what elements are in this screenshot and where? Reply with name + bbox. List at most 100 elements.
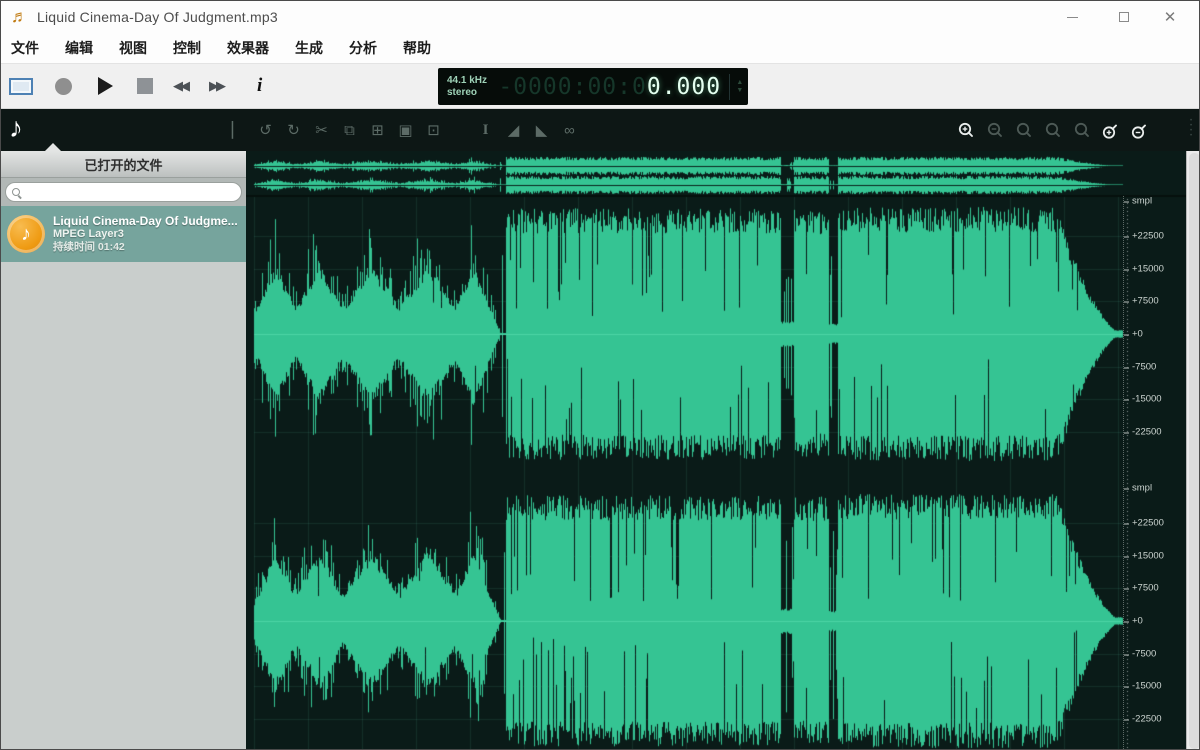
stepper-down-icon: ▼ — [736, 87, 743, 94]
fade-out-icon[interactable]: ◣ — [533, 121, 550, 139]
duplicate-icon[interactable]: ⊞ — [369, 121, 386, 139]
scale-label-ch1: +0 — [1132, 329, 1143, 340]
maximize-icon — [1119, 12, 1129, 22]
copy-icon[interactable]: ⧉ — [341, 122, 358, 139]
info-button[interactable]: i — [257, 64, 262, 108]
menu-item-effects[interactable]: 效果器 — [227, 38, 269, 58]
file-meta: Liquid Cinema-Day Of Judgme... MPEG Laye… — [53, 215, 238, 254]
scale-label-ch1: -7500 — [1132, 362, 1156, 373]
minimize-button[interactable] — [1049, 1, 1095, 33]
amplitude-scale[interactable]: smpl +22500 +15000 +7500 +0 -7500 -15000 -22500… — [1123, 196, 1186, 750]
rewind-icon: ◀◀ — [173, 78, 187, 94]
menu-item-analyze[interactable]: 分析 — [349, 38, 377, 58]
time-format-stepper[interactable]: ▲▼ — [736, 79, 748, 94]
zoom-selection-icon[interactable] — [1015, 121, 1034, 140]
minimize-icon — [1067, 17, 1078, 18]
menu-item-edit[interactable]: 编辑 — [65, 38, 93, 58]
title-bar[interactable]: ♬ Liquid Cinema-Day Of Judgment.mp3 ✕ — [1, 1, 1199, 33]
stepper-up-icon: ▲ — [736, 79, 743, 86]
edit-icon-group: ▏ ↺ ↻ ✂ ⧉ ⊞ ▣ ⊡ I ◢ ◣ ∞ — [229, 109, 578, 151]
scale-label-ch1: -15000 — [1132, 394, 1162, 405]
scale-label-ch1: +15000 — [1132, 264, 1164, 275]
stop-icon — [137, 78, 153, 94]
menu-item-view[interactable]: 视图 — [119, 38, 147, 58]
maximize-button[interactable] — [1101, 1, 1147, 33]
scale-label-ch2: smpl — [1132, 483, 1152, 494]
undo-icon[interactable]: ↺ — [257, 121, 274, 139]
paste-icon[interactable]: ▣ — [397, 121, 414, 139]
play-button[interactable] — [98, 64, 113, 108]
time-display[interactable]: 44.1 kHz stereo -0000:00:00.000 ▲▼ — [438, 68, 748, 105]
waveform-editor: smpl +22500 +15000 +7500 +0 -7500 -15000 -22500… — [246, 151, 1200, 750]
vertical-zoom-in-icon[interactable] — [1102, 121, 1121, 140]
search-icon — [12, 188, 20, 196]
vertical-scrollbar[interactable] — [1186, 151, 1200, 750]
selection-tool-icon — [9, 78, 33, 95]
time-digits: -0000:00:00.000 — [498, 74, 721, 100]
file-list-item[interactable]: ♪ Liquid Cinema-Day Of Judgme... MPEG La… — [1, 206, 246, 262]
transport-toolbar: ◀◀ ▶▶ i 44.1 kHz stereo -0000:00:00.000 … — [1, 63, 1199, 109]
loop-icon[interactable]: ∞ — [561, 122, 578, 139]
fast-forward-button[interactable]: ▶▶ — [209, 64, 223, 108]
scale-label-ch2: -7500 — [1132, 649, 1156, 660]
cursor-icon[interactable]: ▏ — [229, 121, 246, 139]
scrollbar-thumb[interactable] — [1189, 153, 1200, 749]
search-row — [1, 178, 246, 206]
edit-toolbar: ♪ ▏ ↺ ↻ ✂ ⧉ ⊞ ▣ ⊡ I ◢ ◣ ∞ •••• — [1, 109, 1199, 151]
fade-in-icon[interactable]: ◢ — [505, 121, 522, 139]
toolbar-grip-dots: •••• — [1190, 119, 1193, 141]
waveform-canvas[interactable] — [246, 151, 1200, 750]
stop-button[interactable] — [137, 64, 153, 108]
menu-item-control[interactable]: 控制 — [173, 38, 201, 58]
close-button[interactable]: ✕ — [1147, 1, 1193, 33]
cut-icon[interactable]: ✂ — [313, 121, 330, 139]
panel-title: 已打开的文件 — [84, 155, 162, 174]
time-value: 0.000 — [647, 74, 721, 100]
menu-item-generate[interactable]: 生成 — [295, 38, 323, 58]
panel-pointer — [45, 143, 61, 151]
scale-label-ch2: -22500 — [1132, 714, 1162, 725]
close-icon: ✕ — [1164, 8, 1177, 26]
vertical-zoom-out-icon[interactable] — [1131, 121, 1150, 140]
scale-label-ch1: +7500 — [1132, 296, 1159, 307]
menu-bar: 文件 编辑 视图 控制 效果器 生成 分析 帮助 — [1, 33, 1199, 63]
format-readout: 44.1 kHz stereo — [438, 75, 498, 99]
fast-forward-icon: ▶▶ — [209, 78, 223, 94]
zoom-reset-icon[interactable] — [1073, 121, 1092, 140]
zoom-icon-group — [957, 109, 1150, 151]
opened-files-panel: 已打开的文件 ♪ Liquid Cinema-Day Of Judgme... … — [1, 151, 246, 750]
zoom-out-icon[interactable] — [986, 121, 1005, 140]
scale-label-ch2: +22500 — [1132, 518, 1164, 529]
time-dim-digits: -0000:00:0 — [498, 74, 646, 100]
app-icon: ♬ — [11, 7, 28, 27]
file-duration: 持续时间 01:42 — [53, 241, 238, 254]
app-logo-note-icon: ♪ — [9, 112, 23, 144]
menu-item-help[interactable]: 帮助 — [403, 38, 431, 58]
zoom-fit-icon[interactable] — [1044, 121, 1063, 140]
record-icon — [55, 78, 72, 95]
ibeam-icon[interactable]: I — [477, 122, 494, 139]
file-format: MPEG Layer3 — [53, 228, 238, 241]
channel-mode: stereo — [447, 87, 498, 99]
scale-label-ch1: +22500 — [1132, 231, 1164, 242]
search-input[interactable] — [5, 182, 242, 202]
selection-tool-button[interactable] — [9, 64, 33, 108]
time-display-divider — [729, 74, 730, 100]
rewind-button[interactable]: ◀◀ — [173, 64, 187, 108]
scale-label-ch2: +0 — [1132, 616, 1143, 627]
file-name: Liquid Cinema-Day Of Judgme... — [53, 215, 238, 228]
scale-label-ch1: smpl — [1132, 196, 1152, 207]
scale-label-ch2: +7500 — [1132, 583, 1159, 594]
play-icon — [98, 77, 113, 95]
audio-file-icon: ♪ — [7, 215, 45, 253]
menu-item-file[interactable]: 文件 — [11, 38, 39, 58]
zoom-in-icon[interactable] — [957, 121, 976, 140]
record-button[interactable] — [55, 64, 72, 108]
trim-icon[interactable]: ⊡ — [425, 121, 442, 139]
scale-label-ch2: -15000 — [1132, 681, 1162, 692]
app-window: ♬ Liquid Cinema-Day Of Judgment.mp3 ✕ 文件… — [0, 0, 1200, 750]
scale-label-ch1: -22500 — [1132, 427, 1162, 438]
scale-label-ch2: +15000 — [1132, 551, 1164, 562]
info-icon: i — [257, 75, 262, 97]
redo-icon[interactable]: ↻ — [285, 121, 302, 139]
